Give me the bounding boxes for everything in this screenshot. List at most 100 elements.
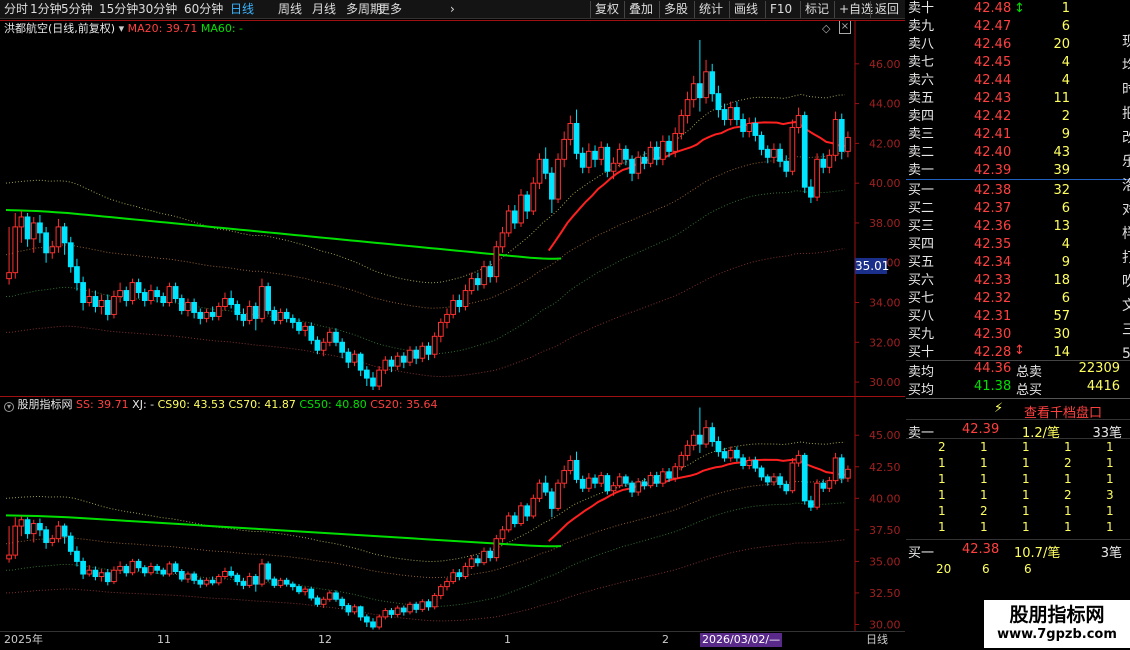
main-kline-panel[interactable]: 洪都航空(日线,前复权) ▾ MA20: 39.71 MA60: - ◇ × 4… (0, 20, 905, 396)
ask-row-5[interactable]: 卖五 42.43 11 (906, 90, 1130, 108)
candle (444, 308, 450, 329)
ask-row-7[interactable]: 卖三 42.41 9 (906, 126, 1130, 144)
candle (524, 503, 531, 522)
ask-order-cell: 1 (1106, 440, 1114, 454)
candle (789, 457, 796, 494)
toolbar-button-6[interactable]: 标记 (800, 1, 833, 18)
candle (641, 478, 648, 490)
toolbar-button-2[interactable]: 多股 (659, 1, 692, 18)
candle (49, 240, 56, 259)
candle (413, 346, 420, 365)
level-price: 42.36 (974, 219, 1012, 234)
level-label: 卖三 (908, 127, 935, 142)
ask-row-1[interactable]: 卖九 42.47 6 (906, 18, 1130, 36)
level-label: 买五 (908, 255, 935, 270)
candle (357, 352, 364, 377)
candle (289, 314, 296, 329)
ask-row-6[interactable]: 卖四 42.42 2 (906, 108, 1130, 126)
bid-row-8[interactable]: 买九 42.30 30 (906, 326, 1130, 344)
tab-period-0[interactable]: 分时 (4, 2, 28, 17)
bid-row-6[interactable]: 买七 42.32 6 (906, 290, 1130, 308)
candle (524, 191, 531, 219)
bid-row-0[interactable]: 买一 42.38 32 (906, 182, 1130, 200)
candle (536, 153, 543, 190)
dropdown-icon[interactable]: ▾ (119, 22, 125, 35)
candle (117, 561, 123, 575)
ask-row-2[interactable]: 卖八 42.46 20 (906, 36, 1130, 54)
candle (586, 473, 592, 493)
level-price: 42.31 (974, 309, 1012, 324)
candle (573, 109, 580, 160)
bid-row-3[interactable]: 买四 42.35 4 (906, 236, 1130, 254)
ma20-line (548, 458, 845, 542)
view-thousand-button[interactable]: 查看千档盘口 (1024, 402, 1102, 421)
level-label: 买四 (908, 237, 935, 252)
level-price: 42.45 (974, 55, 1012, 70)
tab-period-8[interactable]: 月线 (312, 2, 336, 17)
tab-period-1[interactable]: 1分钟 (30, 2, 62, 17)
ask-order-cell: 1 (1064, 520, 1072, 534)
candle (505, 205, 512, 237)
price-tick-label: 40.00 (869, 492, 901, 505)
candle (845, 131, 851, 158)
level-label: 买八 (908, 309, 935, 324)
tab-period-10[interactable]: 更多 (378, 2, 402, 17)
dropdown-icon[interactable]: ▾ (4, 402, 14, 412)
candle (104, 568, 111, 586)
level-label: 卖六 (908, 73, 935, 88)
tab-period-5[interactable]: 60分钟 (184, 2, 223, 17)
candle (697, 407, 703, 453)
ask-row-8[interactable]: 卖二 42.40 43 (906, 144, 1130, 162)
candle (215, 302, 222, 321)
indicator-panel[interactable]: ▾ 股朋指标网 SS: 39.71 XJ: - CS90: 43.53 CS70… (0, 396, 905, 631)
bid-row-7[interactable]: 买八 42.31 57 (906, 308, 1130, 326)
tab-period-4[interactable]: 30分钟 (138, 2, 177, 17)
lightning-icon: ⚡ (994, 401, 1004, 416)
ask-order-cell: 1 (1022, 488, 1030, 502)
tab-period-3[interactable]: 15分钟 (99, 2, 138, 17)
toolbar-button-5[interactable]: F10 (765, 1, 796, 18)
ask-row-4[interactable]: 卖六 42.44 4 (906, 72, 1130, 90)
ma60-line (5, 514, 562, 548)
candle (684, 91, 691, 124)
candle (209, 576, 216, 586)
toolbar-button-0[interactable]: 复权 (590, 1, 623, 18)
bid-row-1[interactable]: 买二 42.37 6 (906, 200, 1130, 218)
ask-row-3[interactable]: 卖七 42.45 4 (906, 54, 1130, 72)
candle (394, 605, 401, 617)
candle (549, 167, 555, 213)
candle (55, 521, 62, 543)
watermark: 股朋指标网 www.7gpzb.com (984, 600, 1130, 648)
toolbar-button-8[interactable]: 返回 (870, 1, 903, 18)
candle (191, 298, 197, 319)
tab-period-9[interactable]: 多周期 (346, 2, 382, 17)
price-tick-label: 38.00 (869, 217, 901, 230)
bid-row-2[interactable]: 买三 42.36 13 (906, 218, 1130, 236)
toolbar-button-3[interactable]: 统计 (694, 1, 727, 18)
tab-period-2[interactable]: 5分钟 (61, 2, 93, 17)
candle (561, 465, 568, 489)
ask-row-9[interactable]: 卖一 42.39 39 (906, 162, 1130, 180)
candle (104, 294, 111, 321)
xj-label: XJ: - (132, 398, 155, 411)
bid-row-4[interactable]: 买五 42.34 9 (906, 254, 1130, 272)
candle (326, 328, 333, 347)
ask-order-cell: 2 (980, 504, 988, 518)
level-volume: 6 (1061, 201, 1070, 216)
bid-row-5[interactable]: 买六 42.33 18 (906, 272, 1130, 290)
candle (555, 479, 561, 511)
candle (764, 145, 771, 164)
chevron-right-icon[interactable]: › (450, 2, 455, 17)
candle (758, 465, 765, 481)
candle (320, 596, 327, 609)
candle (24, 517, 31, 539)
tab-period-7[interactable]: 周线 (278, 2, 302, 17)
tab-period-6[interactable]: 日线 (230, 2, 254, 17)
ask-order-cell: 1 (980, 488, 988, 502)
ma20-line (547, 120, 845, 252)
candle (567, 455, 574, 475)
candle (795, 107, 802, 134)
toolbar-button-1[interactable]: 叠加 (624, 1, 657, 18)
toolbar-button-4[interactable]: 画线 (729, 1, 762, 18)
ask-order-cell: 1 (1022, 520, 1030, 534)
